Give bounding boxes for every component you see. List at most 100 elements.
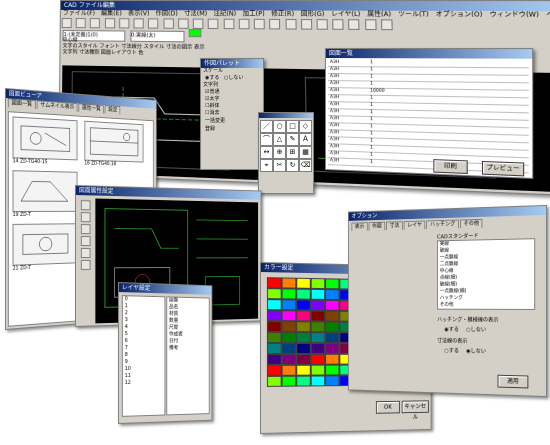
menu-item[interactable]: 修正(R) — [271, 10, 294, 17]
color-swatch-cell[interactable] — [266, 364, 282, 376]
line-icon[interactable]: ／ — [260, 120, 273, 133]
open-icon[interactable] — [75, 18, 87, 29]
color-swatch-cell[interactable] — [281, 375, 297, 387]
color-swatch-cell[interactable] — [266, 375, 282, 387]
menu-item[interactable]: 編集(E) — [101, 10, 122, 17]
menu-item[interactable]: 注記(N) — [214, 10, 237, 17]
color-swatch-cell[interactable] — [310, 353, 326, 365]
color-swatch-cell[interactable] — [281, 343, 297, 354]
erase-icon[interactable]: ⌫ — [299, 159, 312, 172]
color-swatch-cell[interactable] — [325, 353, 340, 365]
color-swatch-cell[interactable] — [281, 364, 297, 376]
side-line-icon[interactable] — [80, 212, 91, 223]
rotate-icon[interactable]: ↻ — [286, 159, 299, 172]
color-swatch-cell[interactable] — [310, 332, 326, 344]
layer-list-item[interactable]: 12 — [125, 379, 165, 387]
cut-icon[interactable] — [119, 18, 130, 29]
menu-item[interactable]: 加工(P) — [243, 10, 265, 17]
print-button[interactable]: 印刷 — [433, 159, 468, 175]
side-select-icon[interactable] — [80, 200, 91, 211]
pan-icon[interactable] — [223, 18, 235, 30]
center-icon[interactable]: ⊕ — [273, 146, 286, 159]
menu-item[interactable]: レイヤ(L) — [331, 11, 360, 19]
right-apply-button[interactable]: 適用 — [497, 374, 529, 389]
color-swatch-cell[interactable] — [310, 288, 326, 300]
color-swatch-cell[interactable] — [296, 299, 311, 311]
menu-item[interactable]: 寸法(M) — [184, 10, 207, 17]
right-dialog-tab[interactable]: 作図 — [368, 221, 386, 231]
grid-icon[interactable]: ⊞ — [286, 146, 299, 159]
color-swatch-cell[interactable] — [325, 332, 340, 344]
color-swatch-cell[interactable] — [296, 343, 311, 354]
color-swatch-cell[interactable] — [266, 343, 282, 354]
preview-button[interactable]: プレビュー — [481, 160, 525, 177]
color-swatch-cell[interactable] — [325, 343, 340, 354]
color-swatch-cell[interactable] — [266, 321, 282, 333]
color-swatch-cell[interactable] — [310, 299, 326, 311]
pencil-icon[interactable]: ✎ — [286, 133, 299, 146]
thumbnail-3[interactable] — [12, 170, 78, 212]
text-icon[interactable] — [348, 19, 361, 30]
menu-item[interactable]: ファイル(F) — [63, 10, 95, 17]
thumbnail-4[interactable] — [12, 223, 78, 266]
color-swatch-cell[interactable] — [310, 321, 326, 333]
left-viewer-tab[interactable]: 図面一覧 — [7, 98, 36, 110]
right-dialog-list-item[interactable]: その他 — [440, 302, 534, 309]
layer-list-item[interactable]: 7 — [125, 345, 165, 352]
color-swatch-cell[interactable] — [281, 353, 297, 365]
color-swatch-cell[interactable] — [325, 364, 340, 376]
color-swatch-cell[interactable] — [296, 353, 311, 365]
right-dialog-tab[interactable]: レイヤ — [403, 220, 426, 230]
copy-icon[interactable] — [133, 18, 144, 29]
zoom-out-icon[interactable] — [208, 18, 219, 30]
snap-icon[interactable]: ⌖ — [260, 159, 273, 172]
right-dialog-tab[interactable]: ハッチング — [426, 219, 459, 230]
grid-icon[interactable] — [238, 18, 250, 30]
undo-icon[interactable] — [163, 18, 174, 29]
color-swatch-cell[interactable] — [281, 321, 297, 333]
diamond-icon[interactable]: ◇ — [299, 120, 312, 133]
print-icon[interactable] — [104, 18, 115, 29]
side-hatch-icon[interactable] — [80, 248, 91, 258]
circle-icon[interactable] — [316, 19, 328, 30]
color-swatch-cell[interactable] — [325, 375, 340, 387]
arc-icon[interactable] — [332, 19, 344, 30]
color-swatch-cell[interactable] — [281, 288, 297, 300]
snap-icon[interactable] — [253, 18, 265, 30]
rect-icon[interactable]: □ — [286, 120, 299, 133]
color-swatch-cell[interactable] — [296, 332, 311, 344]
side-dim-icon[interactable] — [80, 259, 91, 270]
color-swatch-cell[interactable] — [266, 332, 282, 344]
right-dialog-list-item[interactable]: ハッチング — [440, 295, 534, 302]
right-dialog-tab[interactable]: 寸法 — [386, 221, 403, 231]
color-icon[interactable] — [284, 18, 297, 30]
menu-item[interactable]: 表示(V) — [128, 10, 149, 17]
color-swatch-cell[interactable] — [296, 375, 311, 387]
color-swatch-cell[interactable] — [266, 299, 282, 311]
right-dialog-tab[interactable]: その他 — [459, 218, 483, 229]
arc-icon[interactable]: ⌒ — [260, 133, 273, 146]
dimension-icon[interactable] — [364, 19, 377, 31]
hatch-icon[interactable]: ▦ — [299, 146, 312, 159]
zoom-in-icon[interactable] — [192, 18, 204, 29]
thumbnail-2[interactable] — [84, 120, 144, 163]
color-swatch-cell[interactable] — [310, 310, 326, 322]
left-viewer-tab[interactable]: 設定 — [104, 105, 121, 115]
color-swatch-cell[interactable] — [310, 364, 326, 376]
right-dialog-tab[interactable]: 表示 — [351, 222, 368, 232]
circle-icon[interactable]: ○ — [273, 120, 286, 133]
text-icon[interactable]: Ａ — [299, 133, 312, 146]
color-swatch-cell[interactable] — [325, 321, 340, 333]
side-text-icon[interactable] — [80, 236, 91, 247]
menu-item[interactable]: ツール(T) — [398, 11, 429, 19]
menu-item[interactable]: ヘルプ(H) — [546, 11, 550, 19]
color-swatch-cell[interactable] — [281, 299, 297, 311]
menu-item[interactable]: 図形(G) — [301, 11, 325, 18]
color-swatch-cell[interactable] — [296, 277, 311, 289]
menu-item[interactable]: オプション(O) — [436, 11, 483, 19]
color-ok-button[interactable]: OK — [375, 400, 400, 414]
line-icon[interactable] — [300, 19, 312, 30]
color-swatch-cell[interactable] — [281, 332, 297, 344]
left-viewer-tab[interactable]: サムネイル表示 — [36, 100, 78, 112]
save-icon[interactable] — [90, 18, 101, 29]
